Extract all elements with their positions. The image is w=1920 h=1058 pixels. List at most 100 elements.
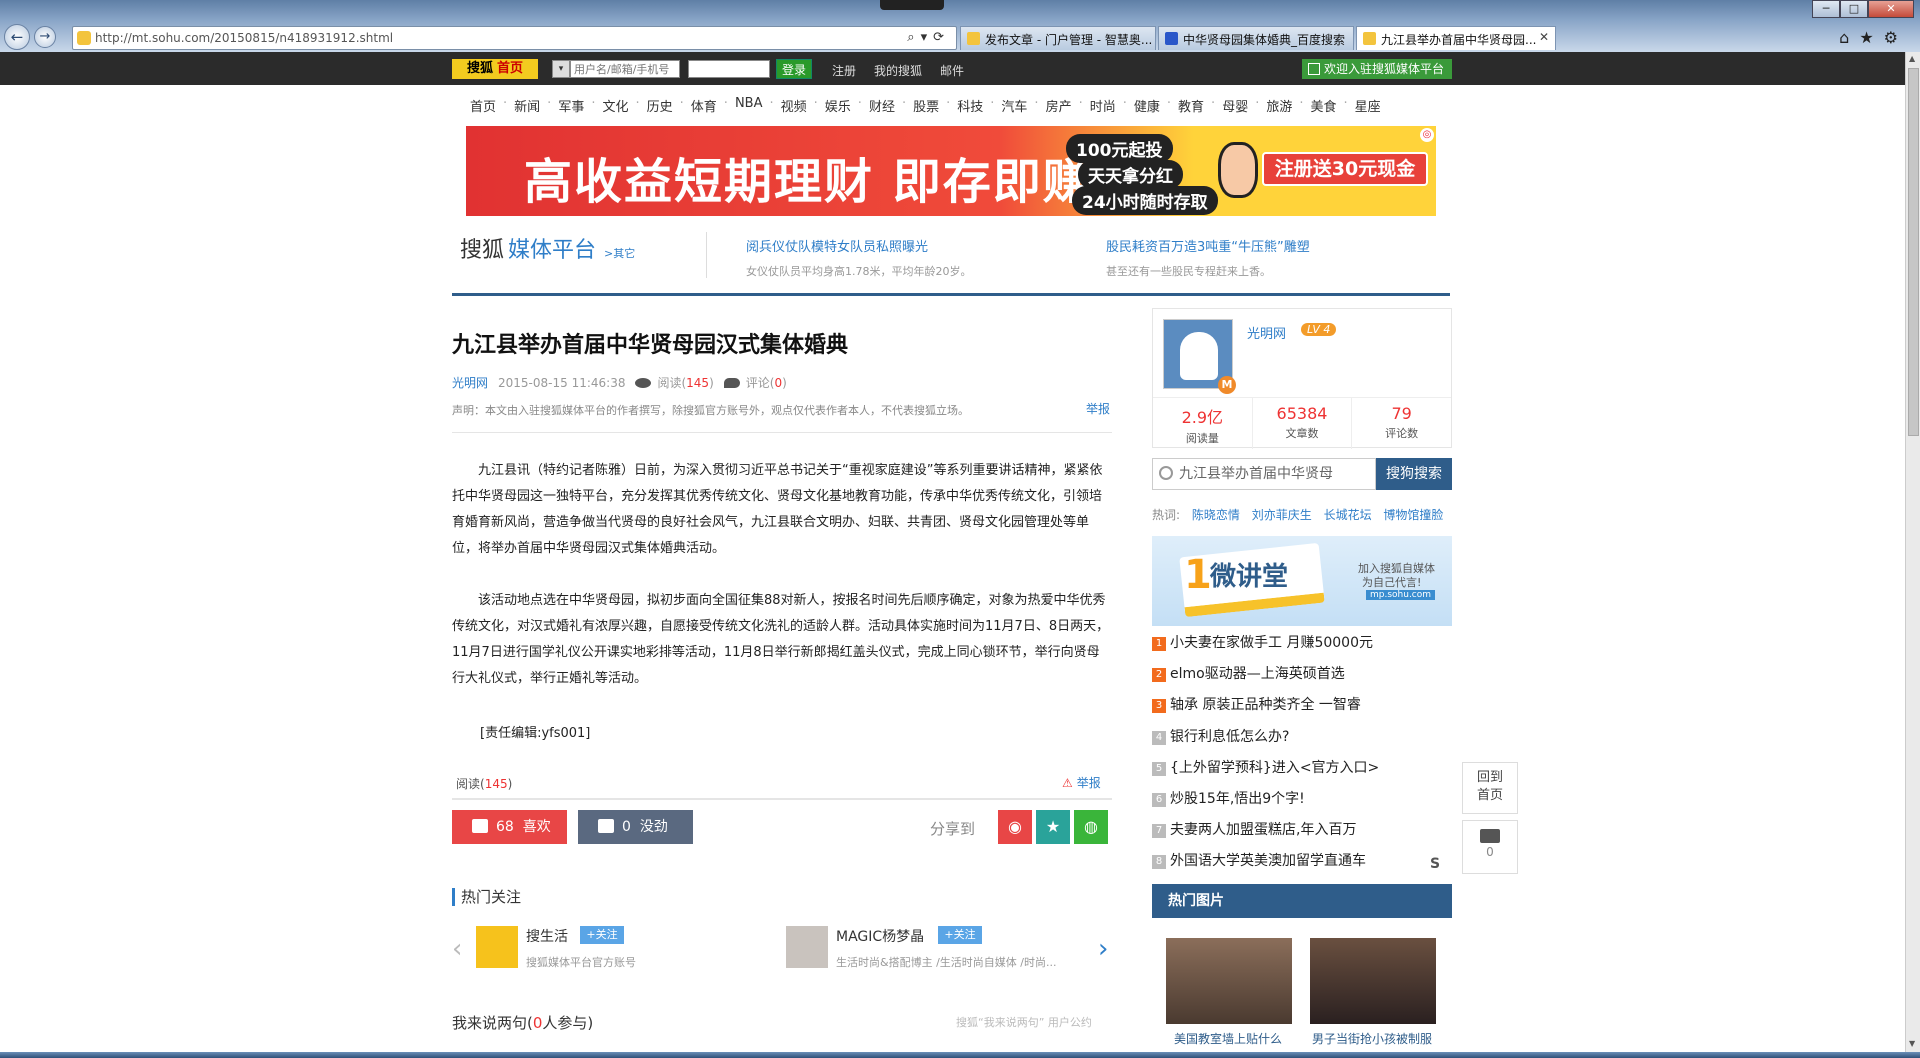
register-link[interactable]: 注册 xyxy=(832,62,856,79)
sohu-home-link[interactable]: 搜狐 首页 xyxy=(452,59,538,79)
report-link-top[interactable]: 举报 xyxy=(1086,400,1110,417)
nav-separator: · xyxy=(1166,96,1172,111)
next-arrow-icon[interactable]: › xyxy=(1098,934,1108,964)
channel-link[interactable]: 历史 xyxy=(647,96,673,116)
rank-number: 3 xyxy=(1152,699,1166,714)
join-platform-button[interactable]: 欢迎入驻搜狐媒体平台 xyxy=(1302,59,1452,79)
banner-ad[interactable]: 高收益短期理财 即存即赚 100元起投 天天拿分红 24小时随时存取 注册送30… xyxy=(466,126,1436,216)
forward-nav-button[interactable]: → xyxy=(34,26,56,48)
report-link-bottom[interactable]: ⚠ 举报 xyxy=(1062,774,1101,791)
micro-lecture-promo[interactable]: 1 微讲堂 加入搜狐自媒体 为自己代言! mp.sohu.com xyxy=(1152,536,1452,626)
address-tools-icon[interactable]: ⌕▾⟳ xyxy=(907,30,950,45)
channel-link[interactable]: 视频 xyxy=(781,96,807,116)
hot-word-link[interactable]: 长城花坛 xyxy=(1324,508,1372,522)
weibo-share-icon[interactable]: ◉ xyxy=(998,810,1032,844)
hot-picture-caption[interactable]: 男子当街抢小孩被制服 xyxy=(1312,1030,1432,1047)
nav-separator: · xyxy=(1255,96,1260,111)
browser-toolbar-icons[interactable]: ⌂★⚙ xyxy=(1839,28,1908,47)
avatar[interactable]: M xyxy=(1163,319,1236,394)
other-platform-link[interactable]: >其它 xyxy=(604,247,635,260)
channel-link[interactable]: 科技 xyxy=(957,96,983,116)
channel-link[interactable]: 时尚 xyxy=(1090,96,1116,116)
login-type-dropdown[interactable]: ▾ xyxy=(552,60,570,78)
channel-link[interactable]: 星座 xyxy=(1355,96,1381,116)
channel-link[interactable]: 军事 xyxy=(558,96,584,116)
login-button[interactable]: 登录 xyxy=(776,59,812,79)
nav-separator: · xyxy=(1299,96,1304,111)
platform-logo[interactable]: 搜狐 媒体平台 >其它 xyxy=(460,232,700,272)
eye-icon xyxy=(635,377,652,388)
dislike-button[interactable]: 0 没劲 xyxy=(578,810,693,844)
ranking-item[interactable]: 7 夫妻两人加盟蛋糕店,年入百万 xyxy=(1152,819,1356,839)
avatar[interactable] xyxy=(476,926,518,968)
password-input[interactable] xyxy=(688,60,770,78)
channel-link[interactable]: 新闻 xyxy=(514,96,540,116)
ranking-item[interactable]: 5 {上外留学预科}进入<官方入口> xyxy=(1152,757,1379,777)
follow-button[interactable]: +关注 xyxy=(938,926,982,944)
search-input[interactable]: 九江县举办首届中华贤母 xyxy=(1152,458,1376,490)
comment-count[interactable]: 评论(0) xyxy=(746,374,787,391)
address-bar[interactable]: http://mt.sohu.com/20150815/n418931912.s… xyxy=(72,26,957,50)
hot-picture-caption[interactable]: 美国教室墙上贴什么 xyxy=(1174,1030,1282,1047)
channel-link[interactable]: 房产 xyxy=(1046,96,1072,116)
channel-link[interactable]: 首页 xyxy=(470,96,496,116)
headline-1[interactable]: 阅兵仪仗队模特女队员私照曝光 女仪仗队员平均身高1.78米，平均年龄20岁。 xyxy=(746,236,972,279)
my-sohu-link[interactable]: 我的搜狐 xyxy=(874,62,922,79)
hot-picture-1[interactable] xyxy=(1166,938,1292,1024)
tab-close-icon[interactable]: ✕ xyxy=(1539,30,1549,44)
minimize-button[interactable]: ─ xyxy=(1812,0,1840,18)
ranking-item[interactable]: 6 炒股15年,悟出9个字! xyxy=(1152,788,1305,808)
ranking-item[interactable]: 4 银行利息低怎么办? xyxy=(1152,726,1289,746)
back-to-home-button[interactable]: 回到 首页 xyxy=(1462,762,1518,814)
sogou-search-button[interactable]: 搜狗搜索 xyxy=(1376,458,1452,490)
channel-link[interactable]: 财经 xyxy=(869,96,895,116)
hot-word-link[interactable]: 博物馆撞脸 xyxy=(1383,508,1443,522)
browser-tab-3[interactable]: 九江县举办首届中华贤母园... ✕ xyxy=(1356,26,1556,50)
avatar[interactable] xyxy=(786,926,828,968)
follow-button[interactable]: +关注 xyxy=(580,926,624,944)
maximize-button[interactable]: □ xyxy=(1840,0,1868,18)
wechat-share-icon[interactable]: ◍ xyxy=(1074,810,1108,844)
author-name-link[interactable]: 光明网 xyxy=(1247,323,1286,342)
article-source-link[interactable]: 光明网 xyxy=(452,374,488,391)
channel-link[interactable]: 母婴 xyxy=(1222,96,1248,116)
vertical-scrollbar[interactable]: ▲ ▼ xyxy=(1905,52,1920,1052)
comment-rules-link[interactable]: 搜狐“我来说两句” 用户公约 xyxy=(956,1014,1092,1030)
channel-link[interactable]: NBA xyxy=(735,96,763,116)
channel-link[interactable]: 美食 xyxy=(1311,96,1337,116)
channel-link[interactable]: 文化 xyxy=(602,96,628,116)
hot-word-link[interactable]: 陈晓恋情 xyxy=(1192,508,1240,522)
scroll-down-icon[interactable]: ▼ xyxy=(1909,1039,1918,1048)
ad-close-icon[interactable]: ◎ xyxy=(1420,128,1434,142)
hot-picture-2[interactable] xyxy=(1310,938,1436,1024)
ranking-item[interactable]: 2 elmo驱动器—上海英硕首选 xyxy=(1152,663,1345,683)
nav-separator: · xyxy=(679,96,684,111)
channel-link[interactable]: 股票 xyxy=(913,96,939,116)
scroll-up-icon[interactable]: ▲ xyxy=(1909,54,1918,63)
follow-name[interactable]: MAGIC杨梦晶 xyxy=(836,926,924,946)
browser-tab-1[interactable]: 发布文章 - 门户管理 - 智慧奥... xyxy=(960,26,1156,50)
channel-link[interactable]: 健康 xyxy=(1134,96,1160,116)
browser-tab-2[interactable]: 中华贤母园集体婚典_百度搜索 xyxy=(1158,26,1354,50)
follow-name[interactable]: 搜生活 xyxy=(526,926,568,946)
channel-link[interactable]: 汽车 xyxy=(1001,96,1027,116)
channel-link[interactable]: 娱乐 xyxy=(825,96,851,116)
channel-link[interactable]: 旅游 xyxy=(1266,96,1292,116)
like-button[interactable]: 68 喜欢 xyxy=(452,810,567,844)
hot-word-link[interactable]: 刘亦菲庆生 xyxy=(1252,508,1312,522)
back-nav-button[interactable]: ← xyxy=(4,24,30,50)
close-window-button[interactable]: ✕ xyxy=(1868,0,1914,18)
channel-link[interactable]: 教育 xyxy=(1178,96,1204,116)
channel-link[interactable]: 体育 xyxy=(691,96,717,116)
qzone-share-icon[interactable]: ★ xyxy=(1036,810,1070,844)
ranking-item[interactable]: 3 轴承 原装正品种类齐全 一智睿 xyxy=(1152,694,1361,714)
mail-link[interactable]: 邮件 xyxy=(940,62,964,79)
floating-comment-button[interactable]: 0 xyxy=(1462,820,1518,874)
ranking-item[interactable]: 1 小夫妻在家做手工 月赚50000元 xyxy=(1152,632,1373,652)
ranking-item[interactable]: 8 外国语大学英美澳加留学直通车 xyxy=(1152,850,1366,870)
headline-2[interactable]: 股民耗资百万造3吨重“牛压熊”雕塑 甚至还有一些股民专程赶来上香。 xyxy=(1106,236,1310,279)
username-input[interactable] xyxy=(570,60,680,78)
scroll-thumb[interactable] xyxy=(1908,68,1919,436)
prev-arrow-icon[interactable]: ‹ xyxy=(452,934,462,964)
banner-register-button[interactable]: 注册送30元现金 xyxy=(1262,152,1428,186)
